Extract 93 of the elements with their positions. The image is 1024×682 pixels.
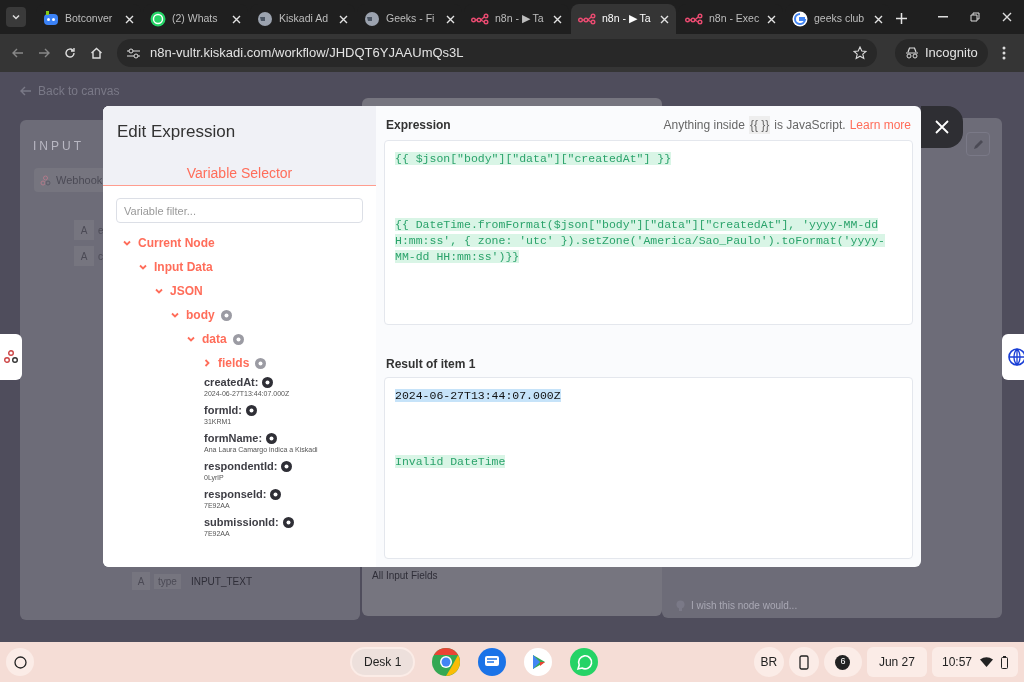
node-graph-icon	[685, 13, 703, 25]
chevron-down-icon	[154, 286, 164, 296]
battery-icon	[1001, 655, 1008, 669]
date-button[interactable]: Jun 27	[866, 647, 927, 677]
field-name[interactable]: formId:	[204, 403, 242, 417]
chrome-icon[interactable]	[431, 647, 462, 677]
type-icon	[266, 432, 278, 444]
type-icon	[245, 404, 257, 416]
tab-search-button[interactable]	[6, 7, 26, 27]
reload-icon[interactable]	[64, 47, 76, 59]
chevron-right-icon	[202, 358, 212, 368]
type-icon	[281, 460, 293, 472]
side-handle[interactable]	[0, 334, 22, 380]
globe-icon	[364, 11, 380, 27]
google-icon	[792, 11, 808, 27]
phone-hub-button[interactable]	[788, 647, 819, 677]
node-graph-icon	[471, 13, 489, 25]
close-icon[interactable]	[339, 14, 348, 24]
panel-title: INPUT	[33, 138, 84, 155]
site-settings-icon[interactable]	[127, 47, 140, 59]
bot-icon	[43, 11, 59, 27]
close-icon	[935, 120, 949, 134]
desk-button[interactable]: Desk 1	[350, 647, 416, 677]
close-icon[interactable]	[874, 14, 883, 24]
field-name[interactable]: createdAt:	[204, 375, 259, 389]
type-icon	[262, 376, 274, 388]
url-text: n8n-vultr.kiskadi.com/workflow/JHDQT6YJAAUmQs3L	[150, 44, 465, 63]
variable-filter-field[interactable]: Variable filter...	[116, 198, 363, 223]
side-handle[interactable]	[1002, 334, 1024, 380]
tab-title: Kiskadi Ad	[279, 11, 330, 27]
field-label: All Input Fields	[372, 569, 438, 583]
tab-title: (2) Whats	[172, 11, 219, 27]
circle-icon	[13, 655, 27, 669]
keyboard-layout[interactable]: BR	[753, 647, 784, 677]
incognito-icon	[905, 47, 919, 59]
wifi-icon	[980, 657, 993, 667]
globe-icon	[1007, 347, 1024, 367]
field-name[interactable]: formName:	[204, 431, 263, 445]
webhook-icon	[4, 350, 18, 364]
star-icon[interactable]	[853, 46, 867, 60]
close-icon[interactable]	[232, 14, 241, 24]
field-name[interactable]: submissionId:	[204, 515, 279, 529]
node-graph-icon	[578, 13, 596, 25]
phone-icon	[798, 654, 809, 670]
field-name[interactable]: respondentId:	[204, 459, 278, 473]
chevron-down-icon	[11, 12, 21, 22]
field-name[interactable]: responseId:	[204, 487, 267, 501]
home-icon[interactable]	[90, 47, 103, 59]
close-button[interactable]	[921, 106, 963, 148]
expression-label: Expression	[386, 117, 451, 134]
notification-button[interactable]: 6	[823, 647, 862, 677]
type-icon	[282, 516, 294, 528]
tab-title: n8n - ▶ Ta	[602, 11, 652, 27]
minimize-icon[interactable]	[938, 16, 948, 18]
tab-title: Botconver	[65, 11, 114, 27]
webhook-icon	[40, 174, 51, 186]
restore-icon[interactable]	[970, 12, 980, 22]
back-icon[interactable]	[12, 47, 24, 59]
more-icon[interactable]	[1001, 46, 1006, 60]
forward-icon[interactable]	[38, 47, 50, 59]
hint-text: is JavaScript.	[774, 117, 846, 134]
dialog-title: Edit Expression	[116, 121, 237, 143]
clock: 10:57	[941, 654, 972, 671]
chevron-down-icon	[122, 238, 132, 248]
close-icon[interactable]	[553, 14, 562, 24]
close-icon[interactable]	[125, 14, 134, 24]
tab-title: n8n - Exec	[709, 11, 761, 27]
chevron-down-icon	[170, 310, 180, 320]
launcher-button[interactable]	[6, 648, 34, 676]
tab-title: n8n - ▶ Ta	[495, 11, 545, 27]
address-bar[interactable]: n8n-vultr.kiskadi.com/workflow/JHDQT6YJAAUmQs3L	[117, 39, 877, 67]
tab-title: geeks club	[814, 11, 866, 27]
browser-tab[interactable]: n8n - ▶ Ta	[571, 4, 676, 34]
chat-icon	[150, 11, 166, 27]
chevron-down-icon	[138, 262, 148, 272]
field-value: INPUT_TEXT	[190, 574, 253, 589]
close-icon[interactable]	[446, 14, 455, 24]
pencil-icon	[972, 138, 984, 150]
type-icon	[270, 488, 282, 500]
chevron-down-icon	[186, 334, 196, 344]
hint-text: Anything inside	[663, 117, 745, 134]
incognito-badge[interactable]: Incognito	[895, 39, 988, 67]
play-store-icon[interactable]	[523, 647, 554, 677]
close-icon[interactable]	[1002, 12, 1012, 22]
close-icon[interactable]	[767, 14, 776, 24]
close-icon[interactable]	[660, 14, 669, 24]
result-label: Result of item 1	[385, 356, 477, 373]
status-area[interactable]: 10:57	[931, 647, 1018, 677]
hint-code: {{ }}	[748, 116, 771, 134]
tab-title: Geeks - Fi	[386, 11, 436, 27]
messages-icon[interactable]	[477, 647, 508, 677]
globe-icon	[257, 11, 273, 27]
plus-icon[interactable]	[896, 13, 907, 24]
